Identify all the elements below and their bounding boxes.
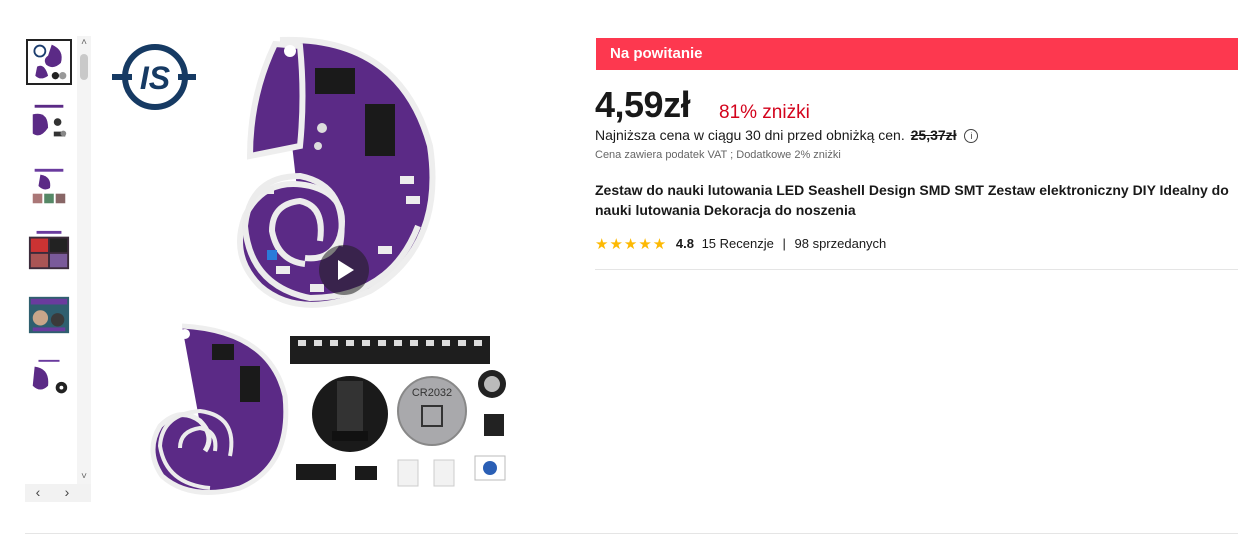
thumbnail-gallery: ˄ ˅ ‹ › [25, 36, 91, 502]
thumbnail-scrollbar[interactable]: ˄ ˅ [77, 36, 91, 484]
thumbnail-6-image [32, 359, 68, 394]
chevron-right-icon[interactable]: › [57, 484, 77, 502]
reviews-link[interactable]: 15 Recenzje [702, 236, 774, 251]
divider [595, 269, 1238, 270]
product-title: Zestaw do nauki lutowania LED Seashell D… [595, 182, 1229, 218]
thumbnail-5[interactable] [26, 292, 72, 338]
lowest-price-label: Najniższa cena w ciągu 30 dni przed obni… [595, 127, 905, 143]
thumbnail-1[interactable] [26, 39, 72, 85]
rating-stars-icon: ★★★★★ [595, 236, 668, 253]
thumbnail-3-image [32, 168, 66, 204]
brand-logo-icon: IS [112, 44, 196, 110]
scrollbar-handle[interactable] [80, 54, 88, 80]
lowest-price-value: 25,37zł [910, 127, 957, 143]
thumbnail-nav: ‹ › [25, 484, 91, 502]
rating-score: 4.8 [675, 236, 694, 251]
tax-note: Cena zawiera podatek VAT ; Dodatkowe 2% … [595, 149, 841, 161]
thumbnail-6[interactable] [26, 356, 72, 402]
seashell-pcb-small [150, 323, 289, 495]
thumbnail-4[interactable] [26, 228, 72, 274]
svg-text:IS: IS [140, 60, 171, 96]
bottom-divider [25, 533, 1238, 534]
main-product-image[interactable]: IS CR2032 [100, 36, 540, 502]
scroll-up-icon[interactable]: ˄ [77, 36, 91, 50]
thumbnail-4-image [28, 230, 70, 270]
thumbnail-2-image [32, 104, 67, 137]
promo-banner: Na powitanie [596, 38, 1238, 70]
sold-count: 98 sprzedanych [794, 236, 887, 251]
play-video-button[interactable] [319, 245, 369, 295]
separator: | [782, 236, 786, 251]
discount-label: 81% zniżki [719, 102, 810, 123]
scroll-down-icon[interactable]: ˅ [77, 470, 91, 484]
current-price: 4,59zł [595, 84, 691, 125]
thumbnail-3[interactable] [26, 164, 72, 210]
coin-battery: CR2032 [397, 376, 467, 446]
chevron-left-icon[interactable]: ‹ [28, 484, 48, 502]
battery-holder [312, 376, 388, 452]
thumbnail-1-image [33, 44, 67, 80]
ic-chips [296, 455, 506, 487]
info-icon[interactable]: i [964, 129, 979, 143]
slide-switch [484, 414, 504, 436]
led-strip [290, 336, 490, 364]
rating-row: ★★★★★ 4.8 15 Recenzje | 98 sprzedanych [595, 235, 886, 253]
thumbnail-5-image [28, 296, 70, 334]
thumbnail-2[interactable] [26, 100, 72, 146]
capacitor [478, 370, 506, 398]
svg-text:CR2032: CR2032 [412, 387, 452, 399]
lowest-price-line: Najniższa cena w ciągu 30 dni przed obni… [595, 127, 979, 143]
